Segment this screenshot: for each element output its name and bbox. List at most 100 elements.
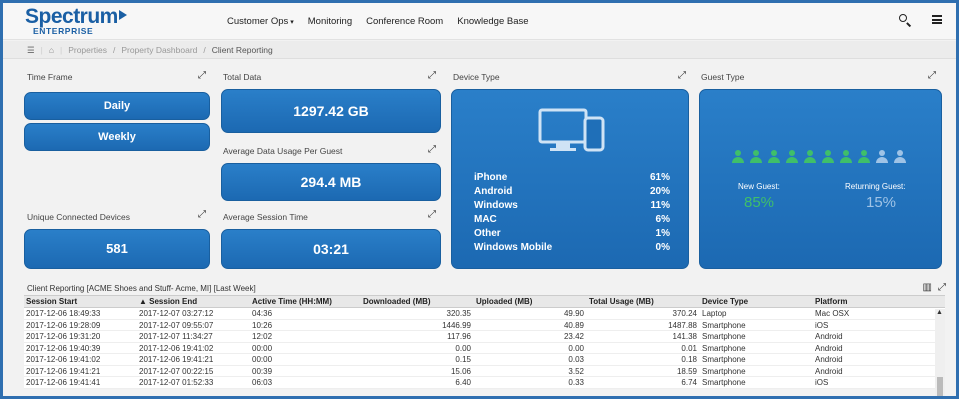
new-guest-person-icon	[768, 150, 780, 166]
device-label: iPhone	[474, 172, 508, 183]
table-title: Client Reporting [ACME Shoes and Stuff- …	[27, 284, 256, 293]
daily-button[interactable]: Daily	[24, 92, 210, 120]
top-bar: Spectrum ENTERPRISE Customer Ops ▾ Monito…	[3, 3, 956, 40]
breadcrumb-separator: /	[112, 45, 116, 55]
new-guest-person-icon	[840, 150, 852, 166]
spectrum-logo[interactable]: Spectrum ENTERPRISE	[25, 5, 127, 36]
menu-icon[interactable]	[930, 13, 944, 27]
nav-customer-ops[interactable]: Customer Ops ▾	[227, 16, 294, 27]
unique-devices-value: 581	[24, 229, 210, 269]
breadcrumb-property-dashboard[interactable]: Property Dashboard	[121, 45, 197, 58]
nav-monitoring[interactable]: Monitoring	[308, 16, 352, 27]
cell-total-usage: 18.59	[676, 366, 697, 376]
device-pct: 6%	[655, 214, 670, 225]
col-active-time[interactable]: Active Time (HH:MM)	[250, 296, 361, 307]
cell-total-usage: 0.01	[681, 343, 697, 353]
device-row-windows-mobile: Windows Mobile 0%	[474, 242, 670, 253]
total-data-value: 1297.42 GB	[221, 89, 441, 133]
breadcrumb-properties[interactable]: Properties	[68, 45, 107, 58]
expand-icon[interactable]: ⤢	[938, 282, 946, 293]
expand-icon[interactable]: ⤢	[928, 70, 936, 81]
table-row[interactable]: 2017-12-06 19:41:41 2017-12-07 01:52:33 06…	[24, 377, 945, 389]
time-frame-title: Time Frame	[27, 72, 73, 82]
divider: |	[59, 45, 63, 55]
col-session-start[interactable]: Session Start	[24, 296, 137, 307]
new-guest-label: New Guest:	[738, 182, 780, 191]
new-guest-person-icon	[858, 150, 870, 166]
logo-text: Spectrum	[25, 5, 118, 28]
cell-device-type: Smartphone	[702, 332, 746, 341]
avg-usage-title: Average Data Usage Per Guest	[223, 146, 343, 156]
nav-conference-room[interactable]: Conference Room	[366, 16, 443, 27]
cell-session-end: 2017-12-07 03:27:12	[139, 309, 214, 318]
cell-session-end: 2017-12-06 19:41:21	[139, 355, 214, 364]
cell-downloaded: 6.40	[455, 378, 471, 387]
cell-platform: Mac OSX	[815, 309, 850, 318]
home-icon[interactable]: ⌂	[49, 45, 54, 58]
cell-session-start: 2017-12-06 19:41:02	[26, 355, 101, 364]
table-row[interactable]: 2017-12-06 18:49:33 2017-12-07 03:27:12 04…	[24, 308, 945, 320]
table-row[interactable]: 2017-12-06 19:41:02 2017-12-06 19:41:21 00…	[24, 354, 945, 366]
table-body: 2017-12-06 18:49:33 2017-12-07 03:27:12 04…	[24, 308, 945, 389]
chevron-down-icon: ▾	[290, 19, 294, 26]
total-data-title: Total Data	[223, 72, 262, 82]
device-label: Windows	[474, 200, 518, 211]
unique-devices-title: Unique Connected Devices	[27, 212, 131, 222]
new-guest-person-icon	[786, 150, 798, 166]
expand-icon[interactable]: ⤢	[678, 70, 686, 81]
guest-type-title: Guest Type	[701, 72, 745, 82]
table-row[interactable]: 2017-12-06 19:41:21 2017-12-07 00:22:15 00…	[24, 365, 945, 377]
device-pct: 1%	[655, 228, 670, 239]
device-label: Windows Mobile	[474, 242, 553, 253]
client-reporting-table: Session Start ▲ Session End Active Time …	[24, 295, 945, 389]
new-guest-person-icon	[750, 150, 762, 166]
device-row-iphone: iPhone 61%	[474, 172, 670, 183]
device-type-tile: iPhone 61% Android 20% Windows 11% MAC 6% Ot…	[451, 89, 689, 269]
expand-icon[interactable]: ⤢	[428, 144, 436, 155]
cell-session-end: 2017-12-07 09:55:07	[139, 320, 214, 330]
top-icons	[898, 13, 944, 27]
table-icons: ▥ ⤢	[923, 282, 946, 293]
col-platform[interactable]: Platform	[813, 296, 943, 307]
expand-icon[interactable]: ⤢	[198, 70, 206, 81]
table-row[interactable]: 2017-12-06 19:28:09 2017-12-07 09:55:07 10…	[24, 319, 945, 331]
cell-session-start: 2017-12-06 19:41:21	[26, 366, 101, 376]
col-downloaded[interactable]: Downloaded (MB)	[361, 296, 474, 307]
expand-icon[interactable]: ⤢	[428, 209, 436, 220]
cell-active-time: 00:00	[252, 355, 273, 364]
weekly-button[interactable]: Weekly	[24, 123, 210, 151]
nav-knowledge-base[interactable]: Knowledge Base	[457, 16, 528, 27]
main-nav: Customer Ops ▾ Monitoring Conference Room…	[227, 16, 529, 27]
col-uploaded[interactable]: Uploaded (MB)	[474, 296, 587, 307]
cell-total-usage: 141.38	[672, 332, 697, 341]
cell-downloaded: 0.15	[455, 355, 471, 364]
col-total-usage[interactable]: Total Usage (MB)	[587, 296, 700, 307]
table-scrollbar[interactable]: ▲	[935, 309, 945, 396]
scroll-up-icon[interactable]: ▲	[936, 309, 943, 316]
cell-active-time: 06:03	[252, 378, 273, 387]
cell-active-time: 10:26	[252, 320, 273, 330]
columns-icon[interactable]: ▥	[923, 282, 932, 293]
table-row[interactable]: 2017-12-06 19:40:39 2017-12-06 19:41:02 00…	[24, 342, 945, 354]
cell-downloaded: 117.96	[447, 332, 471, 341]
table-header-row: Session Start ▲ Session End Active Time …	[24, 296, 945, 308]
new-guest-value: 85%	[744, 194, 775, 211]
sidebar-toggle-icon[interactable]: ☰	[27, 45, 35, 58]
guest-type-tile: New Guest: 85% Returning Guest: 15%	[699, 89, 942, 269]
cell-device-type: Smartphone	[702, 343, 746, 353]
device-type-title: Device Type	[453, 72, 500, 82]
col-session-end[interactable]: ▲ Session End	[137, 296, 250, 307]
table-row[interactable]: 2017-12-06 19:31:20 2017-12-07 11:34:27 12…	[24, 331, 945, 343]
returning-guest-label: Returning Guest:	[845, 182, 906, 191]
search-icon[interactable]	[898, 13, 912, 27]
scrollbar-thumb[interactable]	[937, 377, 943, 396]
returning-guest-person-icon	[894, 150, 906, 166]
expand-icon[interactable]: ⤢	[428, 70, 436, 81]
device-row-windows: Windows 11%	[474, 200, 670, 211]
cell-downloaded: 0.00	[455, 343, 471, 353]
cell-device-type: Smartphone	[702, 366, 746, 376]
cell-uploaded: 40.89	[563, 320, 584, 330]
new-guest-person-icon	[804, 150, 816, 166]
col-device-type[interactable]: Device Type	[700, 296, 813, 307]
expand-icon[interactable]: ⤢	[198, 209, 206, 220]
